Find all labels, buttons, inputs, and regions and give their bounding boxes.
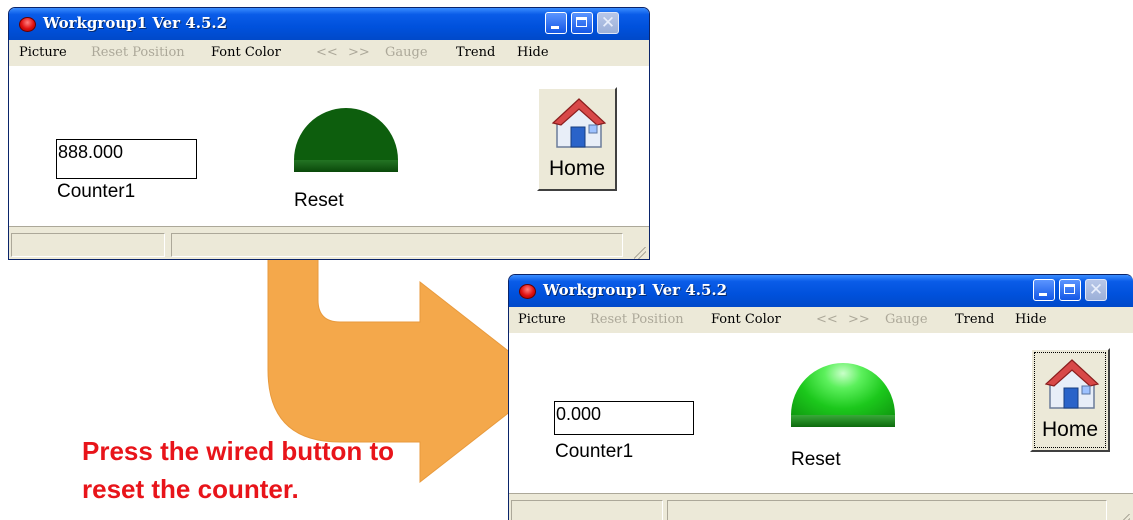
resize-grip[interactable] xyxy=(634,247,646,259)
window-title: Workgroup1 Ver 4.5.2 xyxy=(43,14,228,32)
red-dot-icon xyxy=(519,284,536,299)
reset-label: Reset xyxy=(791,449,841,470)
counter-display: 888.000 xyxy=(56,139,197,179)
house-icon xyxy=(1044,359,1100,409)
menu-font-color[interactable]: Font Color xyxy=(711,312,781,327)
red-dot-icon xyxy=(19,17,36,32)
content-area: 888.000 Counter1 Reset Home xyxy=(9,67,649,226)
lamp-base xyxy=(294,160,398,172)
caption-line-2: reset the counter. xyxy=(82,474,299,504)
menu-font-color[interactable]: Font Color xyxy=(211,45,281,60)
menu-bar: Picture Reset Position Font Color << >> … xyxy=(509,307,1133,334)
home-label: Home xyxy=(548,157,606,180)
window-after: Workgroup1 Ver 4.5.2 ✕ Picture Reset Pos… xyxy=(508,274,1133,520)
caption-line-1: Press the wired button to xyxy=(82,436,395,466)
minimize-button[interactable] xyxy=(545,12,567,34)
menu-hide[interactable]: Hide xyxy=(517,45,549,60)
lamp-dome xyxy=(294,108,398,160)
menu-prev[interactable]: << xyxy=(316,45,338,60)
content-area: 0.000 Counter1 Reset Home xyxy=(509,334,1133,493)
menu-picture[interactable]: Picture xyxy=(19,45,67,60)
lamp-base xyxy=(791,415,895,427)
instruction-caption: Press the wired button to reset the coun… xyxy=(82,432,394,508)
lamp-dome xyxy=(791,363,895,415)
home-label: Home xyxy=(1041,418,1099,441)
menu-reset-position[interactable]: Reset Position xyxy=(91,45,185,60)
close-button[interactable]: ✕ xyxy=(597,12,619,34)
resize-grip[interactable] xyxy=(1118,514,1130,520)
status-bar xyxy=(509,493,1133,520)
home-button[interactable]: Home xyxy=(537,87,617,191)
title-bar[interactable]: Workgroup1 Ver 4.5.2 ✕ xyxy=(9,8,649,40)
status-bar xyxy=(9,226,649,259)
counter-display: 0.000 xyxy=(554,401,694,435)
counter-label: Counter1 xyxy=(57,181,136,202)
window-before: Workgroup1 Ver 4.5.2 ✕ Picture Reset Pos… xyxy=(8,7,650,260)
menu-reset-position[interactable]: Reset Position xyxy=(590,312,684,327)
menu-next[interactable]: >> xyxy=(348,45,370,60)
window-title: Workgroup1 Ver 4.5.2 xyxy=(543,281,728,299)
home-button[interactable]: Home xyxy=(1030,348,1110,452)
menu-hide[interactable]: Hide xyxy=(1015,312,1047,327)
title-bar[interactable]: Workgroup1 Ver 4.5.2 ✕ xyxy=(509,275,1133,307)
menu-trend[interactable]: Trend xyxy=(456,45,495,60)
close-button[interactable]: ✕ xyxy=(1085,279,1107,301)
status-panel-1 xyxy=(511,500,663,520)
reset-label: Reset xyxy=(294,190,344,211)
menu-bar: Picture Reset Position Font Color << >> … xyxy=(9,40,649,67)
menu-trend[interactable]: Trend xyxy=(955,312,994,327)
counter-label: Counter1 xyxy=(555,441,634,462)
menu-next[interactable]: >> xyxy=(848,312,870,327)
menu-gauge[interactable]: Gauge xyxy=(385,45,428,60)
status-panel-2 xyxy=(667,500,1107,520)
menu-gauge[interactable]: Gauge xyxy=(885,312,928,327)
status-panel-2 xyxy=(171,233,623,257)
maximize-button[interactable] xyxy=(1059,279,1081,301)
menu-prev[interactable]: << xyxy=(816,312,838,327)
maximize-button[interactable] xyxy=(571,12,593,34)
minimize-button[interactable] xyxy=(1033,279,1055,301)
menu-picture[interactable]: Picture xyxy=(518,312,566,327)
status-panel-1 xyxy=(11,233,165,257)
house-icon xyxy=(551,98,607,148)
